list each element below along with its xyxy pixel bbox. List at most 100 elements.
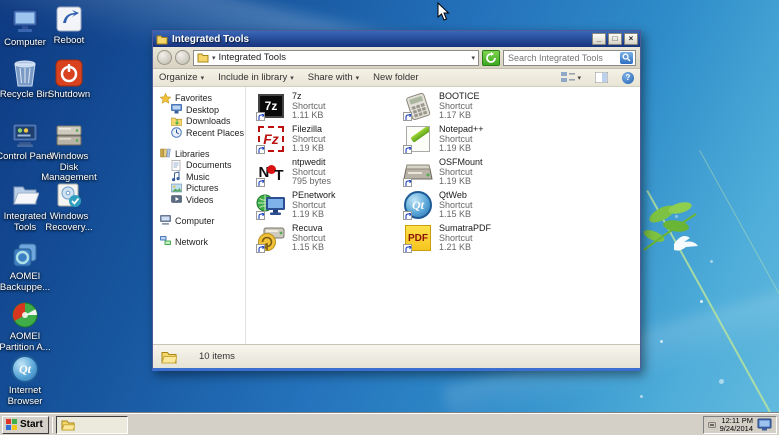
forward-button[interactable]: [175, 50, 190, 65]
desktop-icon-label: AOMEI Partition A...: [0, 332, 54, 353]
shortcut-arrow-icon: [403, 145, 412, 154]
window-folder-icon: [156, 34, 168, 45]
organize-button[interactable]: Organize ▾: [159, 72, 204, 83]
taskbar-divider: [52, 417, 53, 433]
sidebar-item-favorites[interactable]: Favorites: [160, 92, 245, 104]
desktop-icon-shutdown[interactable]: Shutdown: [40, 58, 98, 101]
sidebar-item-downloads[interactable]: Downloads: [171, 116, 245, 128]
desktop-icon-aomei-backupper[interactable]: AOMEI Backuppe...: [0, 240, 54, 293]
refresh-button[interactable]: [482, 50, 500, 66]
views-icon: [561, 72, 575, 83]
search-box[interactable]: [503, 50, 636, 66]
share-with-button[interactable]: Share with ▾: [308, 72, 359, 83]
desktop-icon-windows-recovery[interactable]: Windows Recovery...: [40, 180, 98, 233]
taskbar-clock[interactable]: 12:11 PM 9/24/2014: [720, 417, 753, 433]
preview-pane-button[interactable]: [595, 72, 608, 83]
close-button[interactable]: ×: [624, 33, 638, 45]
breadcrumb-chevron-icon[interactable]: ▾: [212, 54, 216, 62]
recovery-disc-icon: [54, 180, 84, 210]
recuva-app-icon: [256, 223, 286, 253]
file-item-penetwork[interactable]: PEnetwork Shortcut 1.19 KB: [256, 190, 401, 220]
shortcut-arrow-icon: [256, 112, 265, 121]
file-size: 1.11 KB: [292, 111, 326, 121]
file-item-ntpwedit[interactable]: NT ntpwedit Shortcut 795 bytes: [256, 157, 401, 187]
filezilla-app-icon: Fz: [256, 124, 286, 154]
sidebar-item-videos[interactable]: Videos: [171, 194, 245, 206]
title-bar[interactable]: Integrated Tools _ □ ×: [153, 31, 640, 47]
sidebar-item-desktop[interactable]: Desktop: [171, 104, 245, 116]
reboot-icon: [54, 4, 84, 34]
file-item-filezilla[interactable]: Fz Filezilla Shortcut 1.19 KB: [256, 124, 401, 154]
chevron-down-icon: ▾: [577, 74, 581, 82]
video-icon: [171, 194, 182, 205]
sidebar-item-network[interactable]: Network: [160, 236, 245, 248]
chevron-down-icon: ▾: [201, 74, 205, 82]
explorer-window: Integrated Tools _ □ × ▾ Integrated Tool…: [152, 30, 641, 371]
disk-management-icon: [54, 120, 84, 150]
file-item-qtweb[interactable]: Qt QtWeb Shortcut 1.15 KB: [403, 190, 548, 220]
back-button[interactable]: [157, 50, 172, 65]
tray-display-icon[interactable]: [757, 418, 772, 431]
window-title: Integrated Tools: [172, 34, 590, 45]
file-item-osfmount[interactable]: OSFMount Shortcut 1.19 KB: [403, 157, 548, 187]
file-size: 1.19 KB: [292, 210, 336, 220]
sidebar-item-libraries[interactable]: Libraries: [160, 148, 245, 160]
shortcut-arrow-icon: [256, 244, 265, 253]
change-view-button[interactable]: ▾: [561, 72, 581, 83]
desktop-icon-aomei-partition[interactable]: AOMEI Partition A...: [0, 300, 54, 353]
desktop-icon-windows-disk-management[interactable]: Windows Disk Management: [40, 120, 98, 184]
chevron-down-icon: ▾: [356, 74, 360, 82]
desktop-icon-reboot[interactable]: Reboot: [40, 4, 98, 47]
ntpwedit-app-icon: NT: [256, 157, 286, 187]
file-item-recuva[interactable]: Recuva Shortcut 1.15 KB: [256, 223, 401, 253]
file-size: 1.17 KB: [439, 111, 480, 121]
sidebar-item-computer[interactable]: Computer: [160, 215, 245, 227]
music-note-icon: [171, 171, 182, 182]
star-icon: [160, 93, 171, 104]
network-icon: [160, 236, 171, 247]
file-item-notepadpp[interactable]: Notepad++ Shortcut 1.19 KB: [403, 124, 548, 154]
computer-small-icon: [160, 215, 171, 226]
file-item-7z[interactable]: 7z 7z Shortcut 1.11 KB: [256, 91, 401, 121]
preview-pane-icon: [595, 72, 608, 83]
address-dropdown-icon[interactable]: ▾: [471, 54, 475, 62]
sidebar-item-pictures[interactable]: Pictures: [171, 183, 245, 195]
shortcut-arrow-icon: [403, 112, 412, 121]
bootice-app-icon: [403, 91, 433, 121]
minimize-button[interactable]: _: [592, 33, 606, 45]
clock-icon: [171, 127, 182, 138]
sidebar-item-recent-places[interactable]: Recent Places: [171, 127, 245, 139]
new-folder-button[interactable]: New folder: [373, 72, 418, 83]
desktop-icon-label: Windows Recovery...: [40, 212, 98, 233]
taskbar-item-integrated-tools[interactable]: [56, 416, 128, 434]
desktop-icon-internet-browser[interactable]: Qt Internet Browser: [0, 354, 54, 407]
desktop-icon-label: Internet Browser: [0, 386, 54, 407]
file-item-sumatrapdf[interactable]: PDF SumatraPDF Shortcut 1.21 KB: [403, 223, 548, 253]
items-count: 10 items: [199, 351, 235, 362]
sumatrapdf-app-icon: PDF: [403, 223, 433, 253]
tray-status-icon[interactable]: [708, 421, 716, 429]
address-bar[interactable]: ▾ Integrated Tools ▾: [193, 50, 479, 66]
status-folder-icon: [161, 350, 177, 364]
sidebar-item-music[interactable]: Music: [171, 171, 245, 183]
wallpaper-sparkles: [700, 300, 703, 303]
maximize-button[interactable]: □: [608, 33, 622, 45]
file-size: 1.15 KB: [292, 243, 326, 253]
breadcrumb-path[interactable]: Integrated Tools: [219, 52, 286, 63]
file-item-bootice[interactable]: BOOTICE Shortcut 1.17 KB: [403, 91, 548, 121]
shortcut-arrow-icon: [256, 178, 265, 187]
backupper-icon: [10, 240, 40, 270]
file-list: 7z 7z Shortcut 1.11 KB Fz: [246, 87, 640, 344]
recycle-bin-icon: [10, 58, 40, 88]
sidebar-item-documents[interactable]: Documents: [171, 160, 245, 172]
help-button[interactable]: ?: [622, 72, 634, 84]
start-button[interactable]: Start: [2, 416, 49, 434]
downloads-folder-icon: [171, 116, 182, 127]
osfmount-app-icon: [403, 157, 433, 187]
include-in-library-button[interactable]: Include in library ▾: [218, 72, 294, 83]
search-icon[interactable]: [620, 52, 633, 64]
notepadpp-app-icon: [403, 124, 433, 154]
status-bar: 10 items: [153, 344, 640, 368]
search-input[interactable]: [508, 53, 620, 63]
clock-date: 9/24/2014: [720, 425, 753, 433]
